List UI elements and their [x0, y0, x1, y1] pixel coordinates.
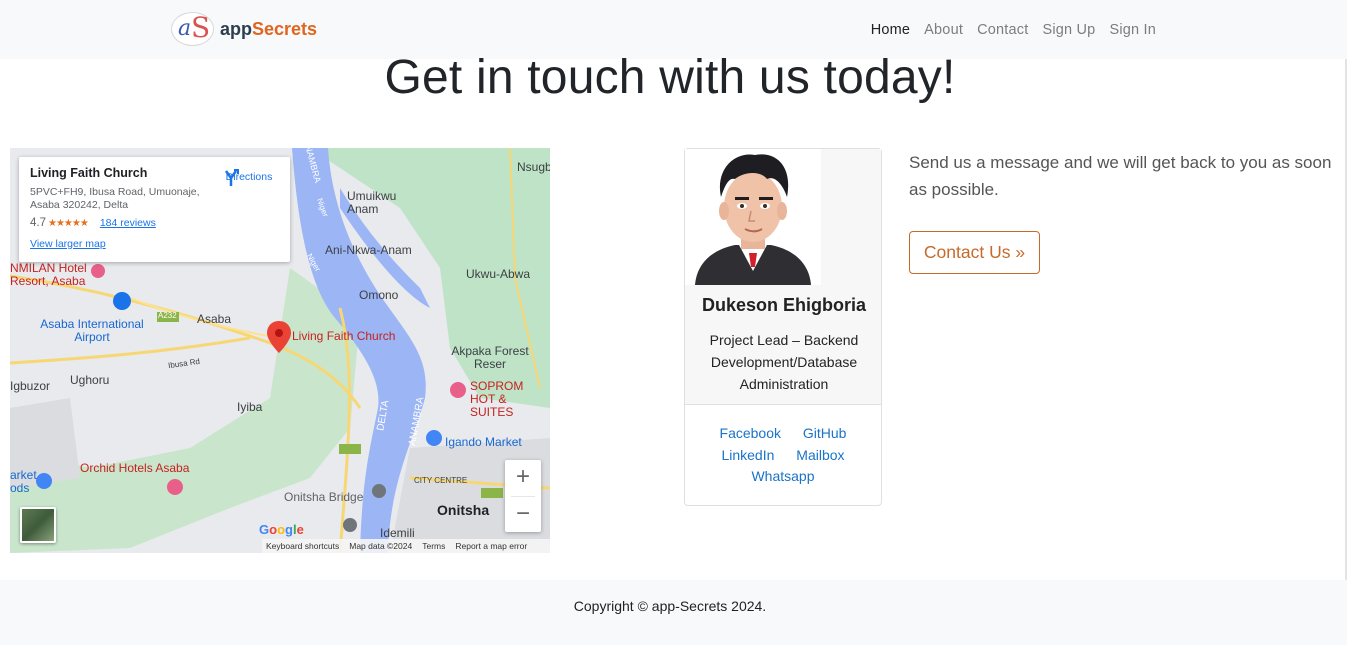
linkedin-link[interactable]: LinkedIn [721, 447, 774, 463]
map-label: SOPROM HOT & SUITES [470, 379, 524, 419]
mailbox-link[interactable]: Mailbox [796, 447, 844, 463]
place-card: Living Faith Church 5PVC+FH9, Ibusa Road… [19, 157, 290, 262]
map-label: Living Faith Church [292, 329, 396, 343]
embedded-map[interactable]: ANAMBRA Umuikwu Anam Ani-Nkwa-Anam Omono… [10, 148, 550, 553]
place-rating: 4.7 ★★★★★ 184 reviews [30, 217, 279, 229]
map-label: Asaba International Airport [40, 317, 144, 344]
nav-menu: Home About Contact Sign Up Sign In [864, 22, 1163, 38]
contact-us-button[interactable]: Contact Us » [909, 231, 1040, 274]
map-label: Ughoru [70, 373, 110, 387]
map-label: Onitsha Bridge [284, 490, 364, 504]
directions-button[interactable]: Directions [222, 169, 276, 186]
place-address: 5PVC+FH9, Ibusa Road, Umuonaje, Asaba 32… [30, 186, 200, 211]
zoom-controls: + − [505, 460, 541, 532]
map-data-text: Map data ©2024 [349, 541, 413, 551]
map-label: arket ods [10, 468, 37, 495]
map-label: Idemili [380, 526, 415, 540]
contact-message: Send us a message and we will get back t… [909, 153, 1332, 199]
map-label: Igando Market [445, 435, 522, 449]
reviews-link[interactable]: 184 reviews [100, 217, 156, 229]
map-label: Nsugb [517, 160, 550, 174]
avatar [685, 149, 821, 285]
member-role: Project Lead – Backend Development/Datab… [709, 332, 859, 392]
map-label: Onitsha [437, 502, 490, 518]
nav-home[interactable]: Home [864, 22, 917, 38]
footer: Copyright © app-Secrets 2024. [0, 580, 1347, 645]
keyboard-shortcuts-link[interactable]: Keyboard shortcuts [266, 541, 339, 551]
google-logo: Google [259, 522, 304, 537]
map-label: Umuikwu Anam [347, 189, 397, 216]
map-label: CITY CENTRE [414, 476, 468, 485]
satellite-toggle-button[interactable] [20, 507, 56, 543]
map-label: NMILAN Hotel Resort, Asaba [10, 261, 87, 288]
map-attribution-bar: Keyboard shortcuts Map data ©2024 Terms … [262, 539, 550, 553]
whatsapp-link[interactable]: Whatsapp [751, 468, 814, 484]
logo-icon: a S [171, 11, 214, 46]
facebook-link[interactable]: Facebook [720, 425, 781, 441]
map-label: Akpaka Forest Reser [451, 344, 529, 371]
report-map-error-link[interactable]: Report a map error [455, 541, 527, 551]
card-body: Dukeson Ehigboria Project Lead – Backend… [685, 149, 881, 404]
map-label: Iyiba [237, 400, 263, 414]
map-label: Asaba [197, 312, 232, 326]
nav-sign-in[interactable]: Sign In [1102, 22, 1163, 38]
nav-sign-up[interactable]: Sign Up [1035, 22, 1102, 38]
social-links: Facebook GitHub LinkedIn Mailbox Whatsap… [685, 404, 881, 488]
map-label: Ani-Nkwa-Anam [325, 243, 412, 257]
member-name: Dukeson Ehigboria [701, 295, 867, 315]
rating-value: 4.7 [30, 217, 46, 229]
nav-contact[interactable]: Contact [970, 22, 1035, 38]
map-label: Omono [359, 288, 399, 302]
terms-link[interactable]: Terms [422, 541, 445, 551]
map-label: Igbuzor [10, 379, 51, 393]
page-title: Get in touch with us today! [384, 51, 956, 104]
map-label: Orchid Hotels Asaba [80, 461, 190, 475]
zoom-out-button[interactable]: − [505, 497, 541, 533]
star-icons: ★★★★★ [48, 217, 89, 229]
map-label: A232 [158, 311, 177, 320]
brand-logo-link[interactable]: a S appSecrets [171, 11, 318, 46]
github-link[interactable]: GitHub [803, 425, 847, 441]
copyright-text: Copyright © app-Secrets 2024. [573, 598, 767, 614]
team-member-card: Dukeson Ehigboria Project Lead – Backend… [684, 148, 882, 506]
map-label: Ukwu-Abwa [466, 267, 531, 281]
nav-about[interactable]: About [917, 22, 970, 38]
brand-name: appSecrets [220, 18, 318, 39]
zoom-in-button[interactable]: + [505, 460, 541, 496]
view-larger-map-link[interactable]: View larger map [30, 238, 279, 250]
